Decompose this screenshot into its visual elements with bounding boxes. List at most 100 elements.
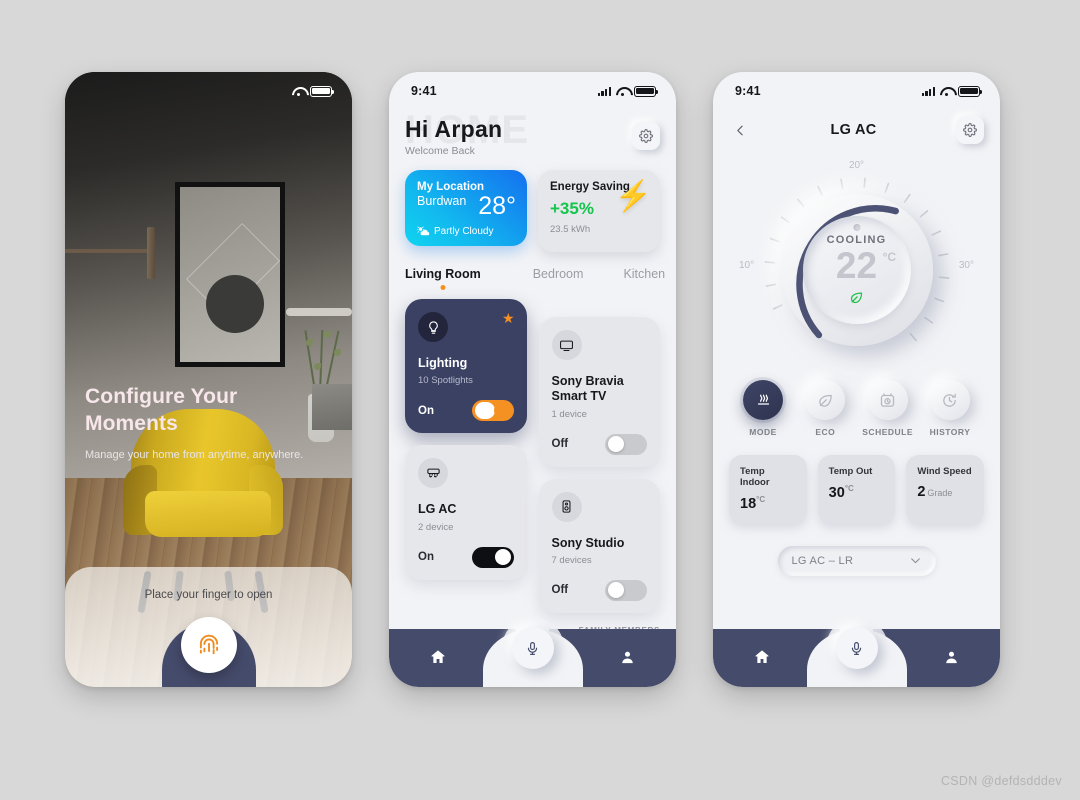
- stat-unit: °C: [756, 495, 766, 504]
- cellular-signal-icon: [921, 86, 935, 96]
- stat-value: 2: [917, 484, 926, 500]
- energy-card[interactable]: Energy Saving +35% 23.5 kWh ⚡: [538, 170, 660, 252]
- room-tabs: Living Room Bedroom Kitchen: [405, 267, 665, 290]
- tab-living-room[interactable]: Living Room: [405, 267, 481, 290]
- thermostat-dial[interactable]: 20° 10° 30° COOLING 22 °C: [729, 160, 984, 370]
- stat-card-temp-out: Temp Out 30°C: [817, 455, 896, 524]
- greeting-title: Hi Arpan: [405, 116, 503, 142]
- device-card-lighting[interactable]: ★ Lighting 10 Spotlights On: [405, 299, 527, 434]
- page-title: Configure Your Moments: [85, 385, 238, 435]
- home-icon: [431, 650, 445, 663]
- mode-button-history[interactable]: HISTORY: [922, 380, 978, 437]
- battery-icon: [310, 85, 335, 97]
- heat-waves-icon: [757, 394, 769, 405]
- device-icon-wrap: [418, 458, 448, 489]
- device-select[interactable]: LG AC – LR: [777, 545, 936, 576]
- dial-label-max: 30°: [958, 260, 974, 271]
- status-time: 9:41: [735, 84, 761, 98]
- gear-icon: [963, 123, 977, 137]
- active-tab-indicator: [440, 285, 446, 290]
- tab-bedroom[interactable]: Bedroom: [533, 267, 584, 281]
- fingerprint-panel: Place your finger to open: [65, 567, 352, 687]
- dial-temperature: 22 °C: [835, 244, 897, 286]
- device-card-sony-bravia[interactable]: Sony Bravia Smart TV 1 device Off: [538, 317, 660, 467]
- stat-value: 18: [740, 495, 757, 512]
- device-card-sony-studio[interactable]: Sony Studio 7 devices Off: [538, 478, 660, 613]
- voice-assistant-button[interactable]: [835, 627, 878, 669]
- nav-home-button[interactable]: [429, 648, 447, 671]
- device-icon-wrap: [551, 330, 582, 360]
- phone-screen-lock: 9:41 Configure Your Moments Manage your …: [65, 72, 352, 687]
- tab-kitchen[interactable]: Kitchen: [623, 267, 665, 281]
- onboarding-copy: Configure Your Moments Manage your home …: [85, 384, 326, 463]
- battery-icon: [634, 85, 659, 97]
- leaf-icon: [819, 394, 832, 407]
- device-toggle[interactable]: [605, 433, 647, 455]
- energy-kwh: 23.5 kWh: [550, 224, 591, 235]
- device-name: LG AC: [418, 502, 457, 517]
- device-toggle[interactable]: [605, 579, 647, 601]
- dial-label-max-mid: 20°: [848, 160, 865, 171]
- fingerprint-icon: [199, 634, 218, 655]
- stat-card-temp-indoor: Temp Indoor 18°C: [729, 455, 807, 524]
- device-icon-wrap: [551, 491, 582, 522]
- stat-card-wind-speed: Wind Speed 2 Grade: [906, 455, 985, 524]
- status-time: 9:41: [411, 84, 437, 98]
- device-toggle[interactable]: [471, 400, 514, 422]
- device-icon-wrap: [418, 312, 448, 342]
- device-state: On: [418, 551, 434, 563]
- stat-cards: Temp Indoor 18°C Temp Out 30°C Wind Spee…: [729, 455, 985, 524]
- tab-label: Living Room: [405, 267, 481, 281]
- settings-button[interactable]: [955, 116, 984, 144]
- device-state: Off: [551, 438, 569, 450]
- mode-label: MODE: [749, 427, 777, 437]
- device-name: Lighting: [418, 356, 468, 370]
- stat-unit: Grade: [927, 488, 953, 498]
- nav-profile-button[interactable]: [619, 649, 636, 671]
- mode-button-mode[interactable]: MODE: [735, 380, 791, 437]
- chevron-down-icon: [910, 558, 920, 564]
- detail-header: LG AC: [729, 102, 984, 144]
- back-button[interactable]: [729, 119, 751, 141]
- history-icon: [943, 393, 957, 407]
- settings-button[interactable]: [632, 122, 660, 150]
- mode-button-schedule[interactable]: SCHEDULE: [860, 380, 916, 437]
- nav-home-button[interactable]: [753, 648, 771, 671]
- device-toggle[interactable]: [471, 546, 514, 568]
- wifi-icon: [616, 86, 629, 97]
- device-state: Off: [551, 584, 569, 597]
- watermark: CSDN @defdsdddev: [940, 774, 1062, 788]
- device-count: 2 device: [418, 521, 454, 533]
- microphone-icon: [851, 641, 862, 655]
- weather-card[interactable]: My Location Burdwan 28° Partly Cloudy: [405, 170, 527, 246]
- home-header: Hi Arpan Welcome Back: [405, 102, 660, 157]
- device-grid: ★ Lighting 10 Spotlights On LG AC 2 devi…: [405, 299, 660, 613]
- mode-label: HISTORY: [929, 427, 971, 437]
- voice-assistant-button[interactable]: [511, 627, 554, 669]
- speaker-icon: [562, 500, 571, 513]
- device-count: 7 devices: [551, 554, 592, 566]
- stat-key: Temp Indoor: [740, 466, 770, 488]
- device-count: 1 device: [551, 408, 587, 420]
- favorite-star-icon[interactable]: ★: [502, 311, 515, 325]
- device-name: Sony Bravia Smart TV: [551, 374, 624, 404]
- lightning-bolt-icon: ⚡: [614, 180, 652, 213]
- person-icon: [622, 651, 633, 664]
- nav-profile-button[interactable]: [943, 649, 960, 671]
- dial-mode-label: COOLING: [826, 233, 887, 246]
- weather-temperature: 28°: [478, 192, 516, 220]
- fingerprint-button[interactable]: [180, 617, 237, 673]
- phone-screen-home: 9:41 HOME Hi Arpan Welcome Back My Locat…: [389, 72, 676, 687]
- stat-value: 30: [828, 484, 845, 501]
- bulb-icon: [428, 320, 438, 334]
- status-bar: 9:41: [389, 72, 676, 102]
- mode-label: SCHEDULE: [862, 427, 914, 437]
- mode-label: ECO: [815, 427, 836, 437]
- page-subtitle: Manage your home from anytime, anywhere.: [85, 448, 304, 461]
- weather-condition: Partly Cloudy: [434, 226, 494, 237]
- page-title: LG AC: [830, 122, 877, 138]
- fingerprint-label: Place your finger to open: [144, 589, 273, 601]
- device-card-lg-ac[interactable]: LG AC 2 device On: [405, 445, 527, 580]
- mode-button-eco[interactable]: ECO: [797, 380, 853, 437]
- stat-key: Temp Out: [828, 466, 873, 477]
